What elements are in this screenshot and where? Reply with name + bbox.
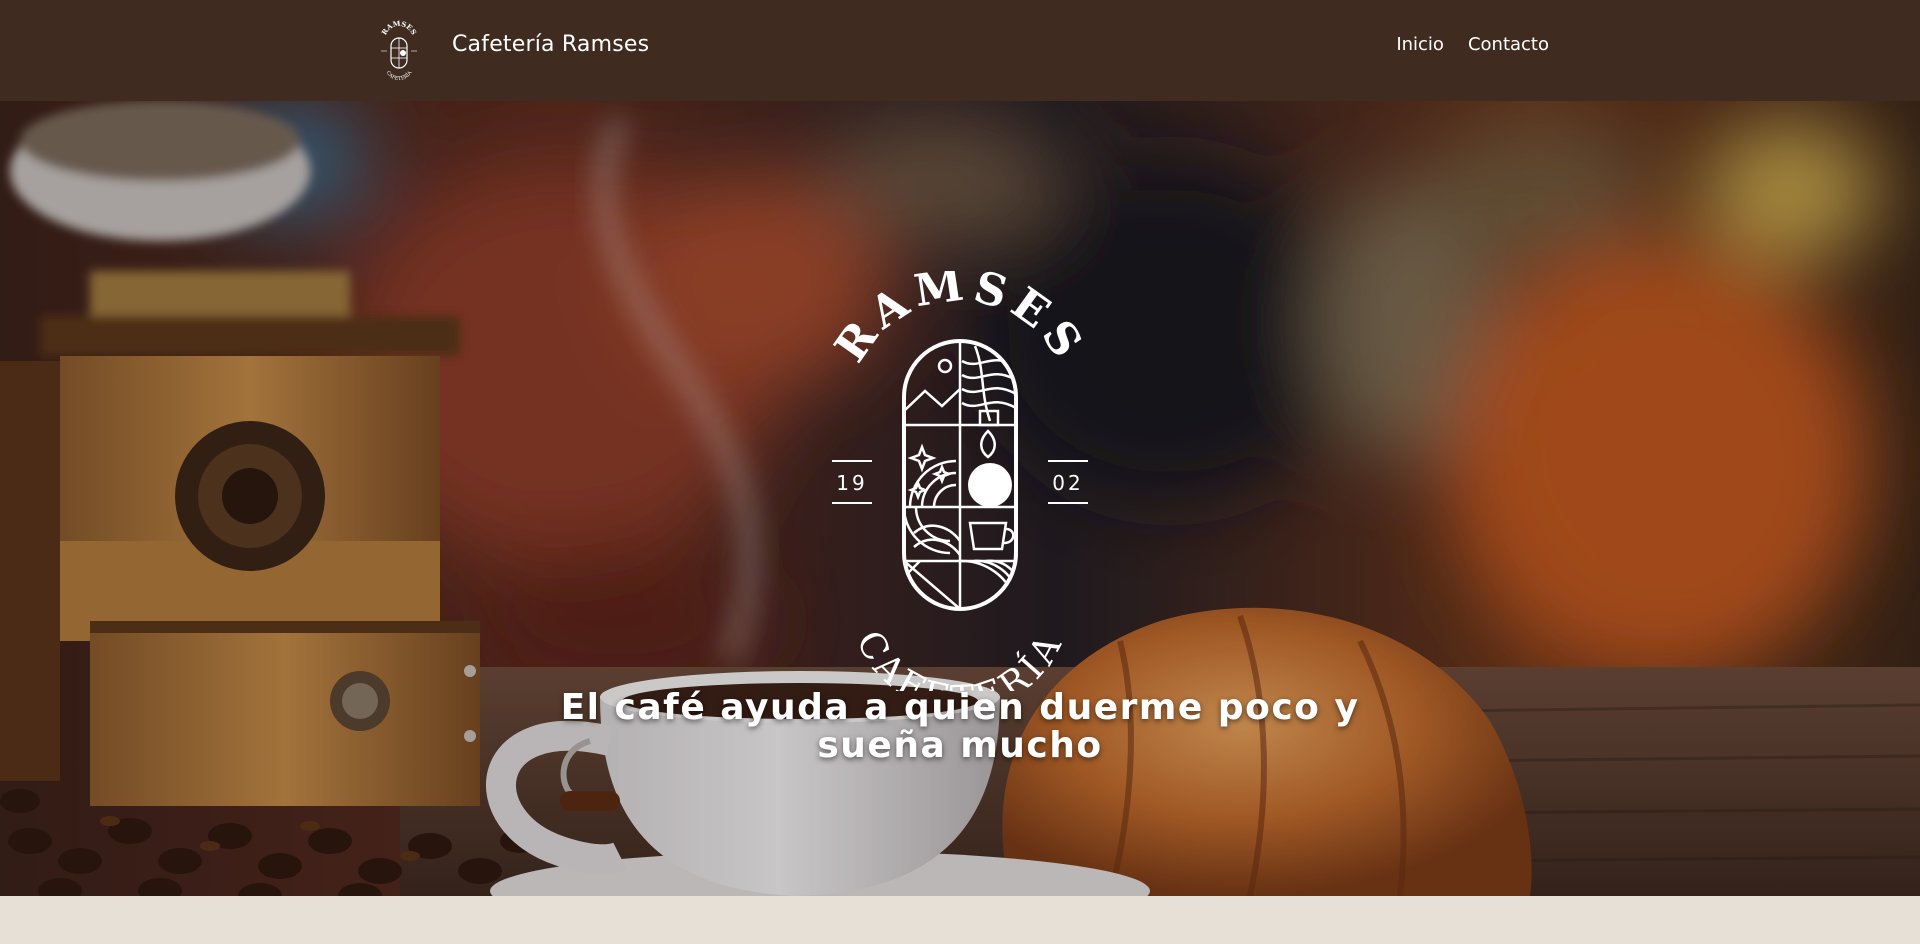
svg-text:RAMSES: RAMSES [379,19,418,37]
hero-section: RAMSES RAMSES [0,101,1920,896]
top-navbar: RAMSES CAFETERÍA Cafetería Ramses Inicio… [0,0,1920,101]
logo-bottom-word-arc: CAFETERÍA [848,624,1067,691]
hero-quote: El café ayuda a quien duerme poco y sueñ… [560,687,1360,766]
svg-text:CAFETERÍA: CAFETERÍA [385,70,414,82]
brand-name[interactable]: Cafetería Ramses [452,32,649,57]
navbar-inner: RAMSES CAFETERÍA Cafetería Ramses Inicio… [375,14,1555,86]
logo-year-left: 19 [836,471,867,495]
ramses-cafeteria-logo: RAMSES RAMSES [825,271,1089,691]
svg-text:CAFETERÍA: CAFETERÍA [848,624,1072,691]
nav-link-contacto[interactable]: Contacto [1468,34,1549,55]
nav-links: Inicio Contacto [1396,34,1549,55]
content-section-top [0,896,1920,944]
logo-year-right: 02 [1052,471,1083,495]
nav-link-inicio[interactable]: Inicio [1396,34,1444,55]
brand-logo-icon[interactable]: RAMSES CAFETERÍA [375,18,423,82]
